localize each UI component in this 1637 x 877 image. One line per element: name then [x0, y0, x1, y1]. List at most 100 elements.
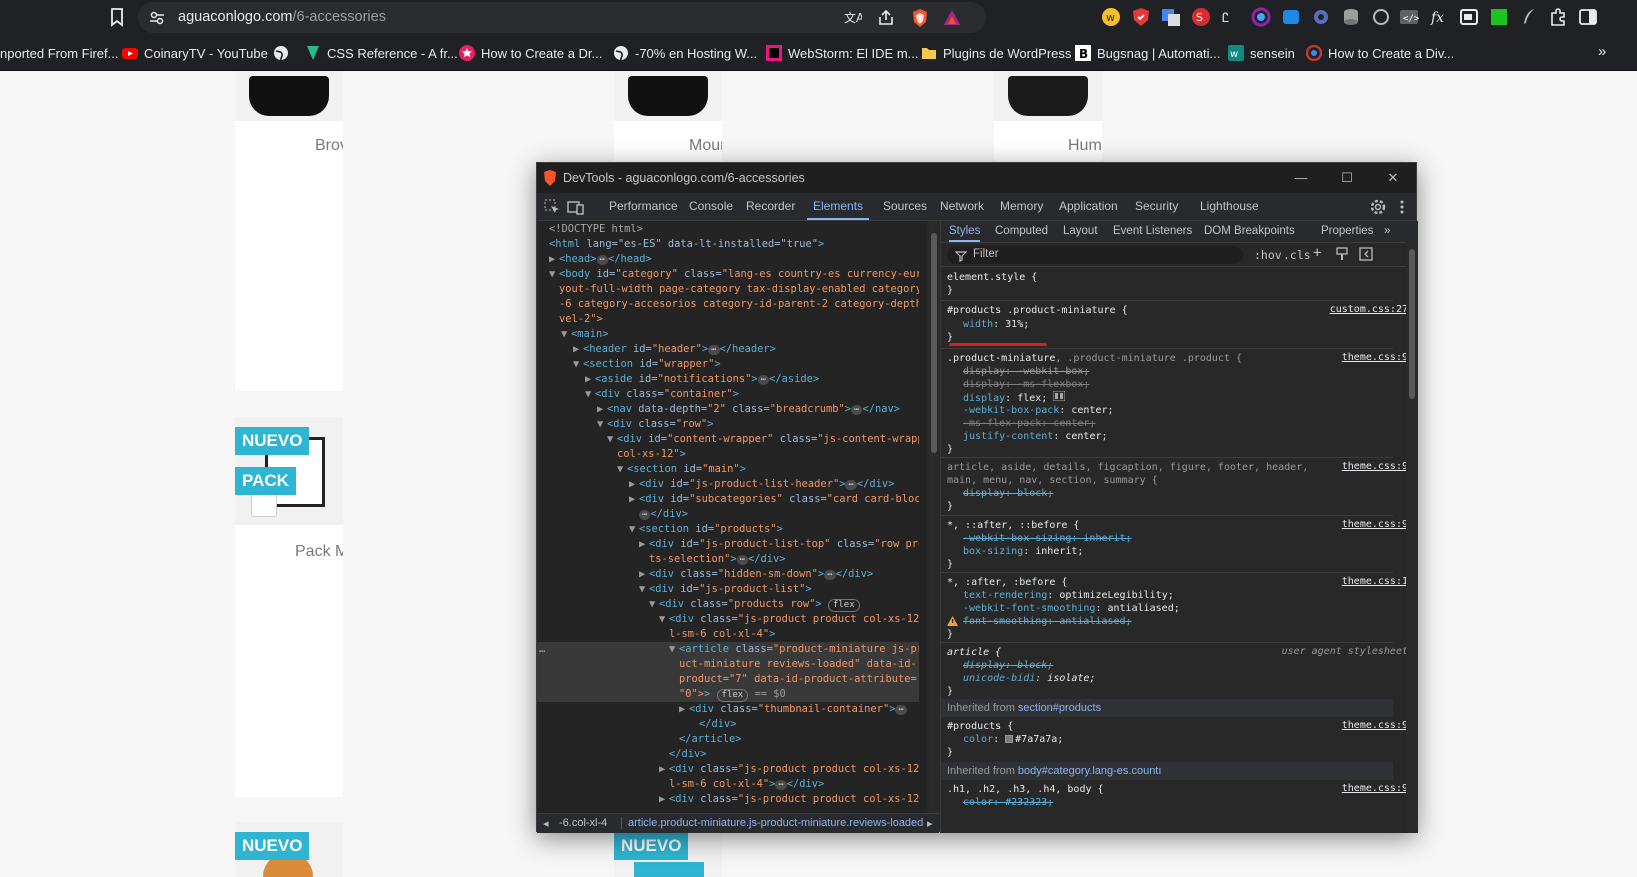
new-rule-button[interactable]: +: [1313, 245, 1321, 261]
extension-code-icon[interactable]: </>: [1398, 6, 1420, 28]
more-options-icon[interactable]: [1393, 198, 1411, 216]
dom-node[interactable]: ▼ <section id="wrapper">: [537, 357, 919, 372]
tab-performance[interactable]: Performance: [609, 193, 678, 220]
rule-selector[interactable]: *, ::after, ::before {: [947, 519, 1379, 532]
extension-database-icon[interactable]: [1340, 6, 1362, 28]
css-declaration[interactable]: width: 31%;: [947, 318, 1379, 331]
rule-source-link[interactable]: theme.css:9: [1342, 461, 1408, 472]
rule-source-link[interactable]: custom.css:27: [1330, 304, 1408, 315]
toggle-sidebar-icon[interactable]: [1359, 247, 1373, 266]
dom-node[interactable]: ▼ <section id="products">: [537, 522, 919, 537]
dom-node[interactable]: ▶ <div id="subcategories" class="card car…: [537, 492, 919, 507]
dom-node[interactable]: <!DOCTYPE html>: [537, 222, 919, 237]
extension-fx-icon[interactable]: fx: [1428, 6, 1450, 28]
dom-node[interactable]: ▼ <div class="row">: [537, 417, 919, 432]
product-thumbnail[interactable]: [994, 71, 1102, 121]
tab-console[interactable]: Console: [689, 193, 733, 220]
dom-node[interactable]: ▼ <main>: [537, 327, 919, 342]
dom-node[interactable]: ▶ <div id="js-product-list-header"> ⋯ </div…: [537, 477, 919, 492]
css-declaration[interactable]: -webkit-box-sizing: inherit;: [947, 532, 1379, 545]
dom-node[interactable]: <html lang="es-ES" data-lt-installed="tr…: [537, 237, 919, 252]
product-thumbnail[interactable]: [614, 71, 722, 121]
inherited-link[interactable]: section#products: [1018, 702, 1101, 714]
bookmark-create-dropdown[interactable]: How to Create a Dr...: [459, 42, 602, 64]
more-tabs-button[interactable]: »: [1384, 225, 1390, 237]
extension-feather-icon[interactable]: [1518, 6, 1540, 28]
rule-selector[interactable]: article, aside, details, figcaption, fig…: [947, 461, 1379, 474]
css-declaration[interactable]: display: block;: [947, 487, 1379, 500]
elements-scrollbar[interactable]: [929, 221, 939, 813]
inherited-link[interactable]: body#category.lang-es.countı: [1018, 765, 1162, 777]
css-declaration[interactable]: text-rendering: optimizeLegibility;: [947, 589, 1379, 602]
extension-box-icon[interactable]: [1280, 6, 1302, 28]
paint-flashing-icon[interactable]: [1335, 247, 1349, 266]
css-declaration[interactable]: color: #232323;: [947, 796, 1379, 809]
dom-node[interactable]: ▶ <head> ⋯ </head>: [537, 252, 919, 267]
css-declaration[interactable]: -webkit-box-pack: center;: [947, 404, 1379, 417]
css-declaration[interactable]: display: block;: [947, 659, 1379, 672]
dom-node[interactable]: ▶ <div id="js-product-list-top" class="ro…: [537, 537, 919, 552]
bookmark-css-reference[interactable]: CSS Reference - A fr...: [305, 42, 458, 64]
rule-source-link[interactable]: theme.css:9: [1342, 783, 1408, 794]
extension-whatfont-icon[interactable]: Ꮭ: [1220, 6, 1242, 28]
dom-node[interactable]: ▼ <div id="content-wrapper" class="js-con…: [537, 432, 919, 447]
dom-node[interactable]: ▶ <div class="js-product product col-xs-1…: [537, 762, 919, 777]
css-declaration[interactable]: unicode-bidi: isolate;: [947, 672, 1379, 685]
dom-node[interactable]: ▼ <div class="container">: [537, 387, 919, 402]
bookmarks-overflow-button[interactable]: »: [1598, 43, 1606, 60]
rule-selector[interactable]: .product-miniature, .product-miniature .…: [947, 352, 1379, 365]
color-swatch[interactable]: [1005, 735, 1014, 743]
rule-selector[interactable]: element.style {: [947, 271, 1379, 284]
tab-layout[interactable]: Layout: [1063, 225, 1098, 237]
inspect-element-icon[interactable]: [543, 198, 561, 216]
tab-sources[interactable]: Sources: [883, 193, 927, 220]
dom-node[interactable]: ▶ <header id="header"> ⋯ </header>: [537, 342, 919, 357]
extension-translate-icon[interactable]: [1160, 6, 1182, 28]
extensions-puzzle-icon[interactable]: [1547, 6, 1569, 28]
rule-source-link[interactable]: theme.css:9: [1342, 720, 1408, 731]
rule-selector[interactable]: #products .product-miniature {: [947, 304, 1379, 317]
bookmark-globe[interactable]: [273, 42, 289, 64]
extension-w-icon[interactable]: w: [1100, 6, 1122, 28]
bookmark-bugsnag[interactable]: B Bugsnag | Automati...: [1075, 42, 1220, 64]
bookmark-webstorm[interactable]: WebStorm: El IDE m...: [766, 42, 919, 64]
extension-circle-icon[interactable]: [1370, 6, 1392, 28]
product-title[interactable]: Pack M: [295, 543, 343, 561]
dom-node[interactable]: ▶ <aside id="notifications"> ⋯ </aside>: [537, 372, 919, 387]
product-card[interactable]: NUEVO: [235, 822, 343, 877]
flex-editor-icon[interactable]: [1052, 391, 1066, 404]
dom-node[interactable]: ▶ <div class="hidden-sm-down"> ⋯ </div>: [537, 567, 919, 582]
extension-window-icon[interactable]: [1458, 6, 1480, 28]
extension-color-icon[interactable]: [1250, 6, 1272, 28]
bookmark-star-icon[interactable]: [106, 6, 128, 28]
css-declaration[interactable]: justify-content: center;: [947, 430, 1379, 443]
dom-node[interactable]: ▼ <div class="products row"> flex: [537, 597, 919, 612]
dom-node-selected[interactable]: … ▼ <article class="product-miniature js-p…: [537, 642, 919, 657]
dom-node[interactable]: ▶ <nav data-depth="2" class="breadcrumb">…: [537, 402, 919, 417]
brave-rewards-icon[interactable]: [942, 8, 962, 28]
tab-dom-breakpoints[interactable]: DOM Breakpoints: [1204, 225, 1295, 237]
css-declaration[interactable]: box-sizing: inherit;: [947, 545, 1379, 558]
bookmark-sensein[interactable]: w sensein: [1228, 42, 1295, 64]
css-declaration[interactable]: display: -webkit-box;: [947, 365, 1379, 378]
tab-elements[interactable]: Elements: [807, 193, 870, 220]
styles-filter-input[interactable]: Filter: [947, 246, 1243, 264]
address-bar[interactable]: aguaconlogo.com/6-accessories 文A: [138, 2, 986, 33]
url-text[interactable]: aguaconlogo.com/6-accessories: [178, 9, 386, 25]
rule-selector[interactable]: .h1, .h2, .h3, .h4, body {: [947, 783, 1379, 796]
css-declaration[interactable]: display: flex;: [947, 391, 1379, 404]
rule-source-link[interactable]: theme.css:9: [1342, 352, 1408, 363]
product-title[interactable]: Humi: [1068, 137, 1102, 155]
site-info-icon[interactable]: [148, 9, 166, 27]
translate-icon[interactable]: 文A: [842, 8, 865, 28]
settings-gear-icon[interactable]: [1369, 198, 1387, 216]
css-declaration[interactable]: -ms-flex-pack: center;: [947, 417, 1379, 430]
share-icon[interactable]: [876, 8, 896, 28]
bookmark-hosting[interactable]: -70% en Hosting W...: [613, 42, 757, 64]
hover-state-button[interactable]: :hov: [1254, 248, 1282, 262]
rule-source-link[interactable]: theme.css:9: [1342, 519, 1408, 530]
tab-event-listeners[interactable]: Event Listeners: [1113, 225, 1192, 237]
devtools-titlebar[interactable]: DevTools - aguaconlogo.com/6-accessories…: [537, 163, 1416, 193]
rule-selector[interactable]: #products {: [947, 720, 1379, 733]
extension-green-square-icon[interactable]: [1488, 6, 1510, 28]
